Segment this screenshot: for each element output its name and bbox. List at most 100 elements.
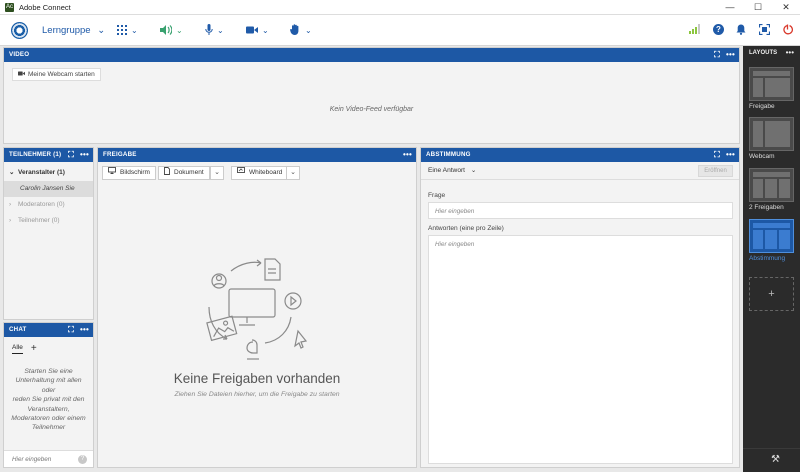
- chevron-down-icon: ⌄: [176, 26, 183, 35]
- add-chat-tab-button[interactable]: +: [31, 343, 37, 354]
- start-webcam-label: Meine Webcam starten: [28, 71, 95, 79]
- poll-toolbar: Eine Antwort ⌄ Eröffnen: [421, 162, 739, 180]
- pod-menu-icon[interactable]: •••: [726, 148, 735, 162]
- layout-label-webcam[interactable]: Webcam: [749, 153, 775, 160]
- speaker-icon: [160, 24, 173, 37]
- no-shares-subtitle: Ziehen Sie Dateien hierher, um die Freig…: [174, 391, 340, 398]
- adobe-connect-logo-icon[interactable]: [11, 22, 28, 39]
- minimize-button[interactable]: —: [716, 0, 744, 15]
- window-title: Adobe Connect: [19, 2, 71, 12]
- power-icon[interactable]: [780, 24, 794, 38]
- help-icon[interactable]: ?: [711, 24, 725, 38]
- share-screen-label: Bildschirm: [120, 169, 150, 176]
- participants-pod: TEILNEHMER (1) ⛶ ••• ⌄ Veranstalter (1) C…: [3, 147, 94, 320]
- fullscreen-icon[interactable]: [757, 23, 771, 38]
- room-name: Lerngruppe: [42, 25, 91, 36]
- share-pod-title: FREIGABE: [103, 151, 137, 158]
- layout-thumbnail-share[interactable]: [749, 67, 794, 101]
- pod-menu-icon[interactable]: •••: [80, 323, 89, 337]
- app-icon: Ac: [5, 2, 14, 12]
- open-poll-button[interactable]: Eröffnen: [698, 165, 733, 177]
- layout-thumbnail-two-shares[interactable]: [749, 168, 794, 202]
- help-icon[interactable]: ?: [78, 455, 87, 464]
- participant-row[interactable]: Carolin Jansen Sie: [4, 181, 93, 197]
- pod-menu-icon[interactable]: •••: [403, 148, 412, 162]
- add-layout-button[interactable]: +: [749, 277, 794, 311]
- video-pod-title: VIDEO: [9, 51, 30, 58]
- chat-pod-header: CHAT ⛶ •••: [4, 323, 93, 337]
- apps-grid-icon: [117, 24, 127, 37]
- poll-pod-title: ABSTIMMUNG: [426, 151, 471, 158]
- group-presenters[interactable]: › Moderatoren (0): [4, 197, 93, 213]
- chat-tab-all[interactable]: Alle: [12, 344, 23, 354]
- layouts-title: LAYOUTS: [749, 50, 778, 56]
- room-menu[interactable]: Lerngruppe ⌄: [42, 25, 105, 36]
- question-input[interactable]: Hier eingeben: [428, 202, 733, 219]
- tools-icon[interactable]: ⚒: [771, 454, 780, 465]
- document-icon: [164, 166, 170, 180]
- layout-label-share[interactable]: Freigabe: [749, 103, 775, 110]
- expand-icon[interactable]: ⛶: [714, 148, 720, 162]
- layout-thumbnail-webcam[interactable]: [749, 117, 794, 151]
- share-pod-header: FREIGABE •••: [98, 148, 416, 162]
- hand-icon: [290, 24, 301, 37]
- share-document-label: Dokument: [174, 169, 204, 176]
- chevron-down-icon: ⌄: [305, 26, 312, 35]
- camera-icon: [246, 26, 258, 36]
- answers-textarea[interactable]: Hier eingeben: [428, 235, 733, 464]
- chevron-down-icon: ⌄: [217, 26, 224, 35]
- video-pod-header: VIDEO ⛶ •••: [4, 48, 739, 62]
- expand-icon[interactable]: ⛶: [714, 48, 720, 62]
- answers-label: Antworten (eine pro Zeile): [428, 225, 504, 232]
- close-button[interactable]: ✕: [772, 0, 800, 15]
- layouts-sidebar: LAYOUTS ••• Freigabe Webcam 2 Freigaben …: [743, 46, 800, 472]
- share-document-button[interactable]: Dokument: [158, 166, 210, 180]
- start-webcam-button[interactable]: Meine Webcam starten: [12, 68, 101, 81]
- share-whiteboard-label: Whiteboard: [249, 169, 283, 176]
- layout-label-poll[interactable]: Abstimmung: [749, 255, 785, 262]
- share-screen-button[interactable]: Bildschirm: [102, 166, 156, 180]
- chevron-down-icon: ⌄: [470, 167, 477, 174]
- expand-icon[interactable]: ⛶: [68, 323, 74, 337]
- participants-pod-title: TEILNEHMER (1): [9, 151, 62, 158]
- connection-signal-icon[interactable]: [688, 24, 702, 38]
- chat-input[interactable]: Hier eingeben ?: [4, 450, 93, 467]
- layouts-menu-icon[interactable]: •••: [786, 48, 794, 57]
- layout-thumbnail-poll[interactable]: [749, 219, 794, 253]
- question-input-placeholder: Hier eingeben: [435, 208, 475, 215]
- poll-pod-body: Eine Antwort ⌄ Eröffnen Frage Hier einge…: [421, 162, 739, 467]
- whiteboard-dropdown-button[interactable]: ⌄: [286, 166, 300, 180]
- microphone-button[interactable]: ⌄: [205, 23, 224, 38]
- no-video-feed-message: Kein Video-Feed verfügbar: [329, 106, 414, 113]
- bell-icon[interactable]: [734, 24, 748, 38]
- poll-pod-header: ABSTIMMUNG ⛶ •••: [421, 148, 739, 162]
- pod-menu-icon[interactable]: •••: [726, 48, 735, 62]
- no-shares-title: Keine Freigaben vorhanden: [173, 371, 341, 386]
- chat-pod-body: Alle + Starten Sie eine Unterhaltung mit…: [4, 337, 93, 467]
- chevron-down-icon: ⌄: [262, 26, 269, 35]
- raise-hand-button[interactable]: ⌄: [290, 23, 312, 38]
- title-bar: Ac Adobe Connect — ☐ ✕: [0, 0, 800, 15]
- chevron-right-icon: ›: [9, 201, 12, 208]
- poll-type-value: Eine Antwort: [428, 167, 466, 174]
- pod-menu-icon[interactable]: •••: [80, 148, 89, 162]
- adobe-connect-window: Ac Adobe Connect — ☐ ✕ Lerngruppe ⌄ ⌄ ⌄: [0, 0, 800, 472]
- layout-label-two-shares[interactable]: 2 Freigaben: [749, 204, 784, 211]
- speaker-button[interactable]: ⌄: [160, 23, 183, 38]
- chat-pod-title: CHAT: [9, 326, 27, 333]
- video-pod: VIDEO ⛶ ••• Meine Webcam starten Kein Vi…: [3, 47, 740, 144]
- document-dropdown-button[interactable]: ⌄: [210, 166, 224, 180]
- chevron-down-icon: ⌄: [9, 169, 15, 176]
- share-whiteboard-button[interactable]: Whiteboard: [231, 166, 289, 180]
- group-participants[interactable]: › Teilnehmer (0): [4, 213, 93, 229]
- svg-text:?: ?: [716, 25, 721, 34]
- layouts-footer: ⚒: [743, 448, 800, 472]
- camera-button[interactable]: ⌄: [246, 23, 269, 38]
- expand-icon[interactable]: ⛶: [68, 148, 74, 162]
- participants-pod-header: TEILNEHMER (1) ⛶ •••: [4, 148, 93, 162]
- maximize-button[interactable]: ☐: [744, 0, 772, 15]
- apps-menu-button[interactable]: ⌄: [117, 23, 138, 38]
- share-pod: FREIGABE ••• Bildschirm Dokument ⌄ White…: [97, 147, 417, 468]
- group-hosts[interactable]: ⌄ Veranstalter (1): [4, 165, 93, 181]
- poll-type-select[interactable]: Eine Antwort ⌄: [428, 166, 476, 174]
